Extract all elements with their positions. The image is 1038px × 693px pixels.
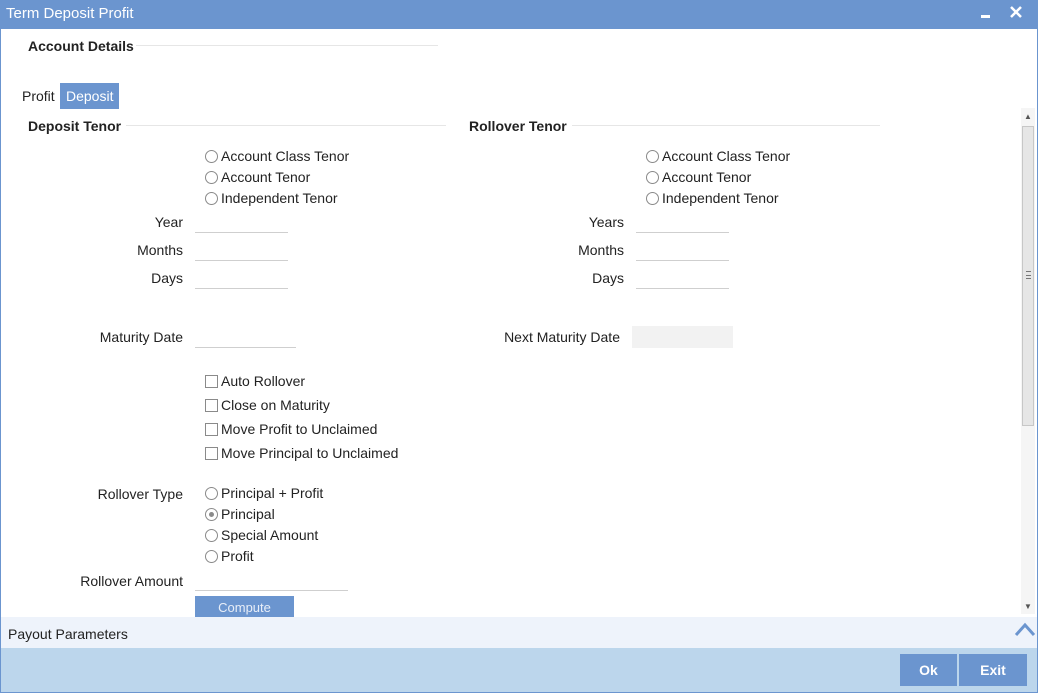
checkbox-label: Move Profit to Unclaimed xyxy=(221,421,378,437)
radio-label: Account Tenor xyxy=(662,169,752,185)
radio-label: Principal xyxy=(221,506,275,522)
next-maturity-date-input[interactable] xyxy=(632,326,733,348)
footer-bar: Ok Exit xyxy=(1,648,1037,692)
scroll-down-icon[interactable]: ▼ xyxy=(1021,600,1035,614)
rollover-type-principal-radio[interactable]: Principal xyxy=(205,506,275,522)
window-title: Term Deposit Profit xyxy=(6,5,134,22)
checkbox-label: Close on Maturity xyxy=(221,397,330,413)
months-label: Months xyxy=(137,242,183,258)
grip-icon xyxy=(1026,271,1031,279)
rollover-type-special-amount-radio[interactable]: Special Amount xyxy=(205,527,318,543)
checkbox-icon xyxy=(205,398,218,412)
radio-label: Special Amount xyxy=(221,527,319,543)
radio-label: Account Class Tenor xyxy=(221,148,350,164)
scroll-thumb[interactable] xyxy=(1022,126,1034,426)
rollover-type-label: Rollover Type xyxy=(97,486,183,502)
radio-icon xyxy=(205,191,218,205)
deposit-months-input[interactable] xyxy=(195,239,288,261)
close-on-maturity-checkbox[interactable]: Close on Maturity xyxy=(205,397,330,413)
title-bar: Term Deposit Profit xyxy=(0,0,1038,29)
account-details-heading: Account Details xyxy=(28,38,134,54)
radio-label: Independent Tenor xyxy=(221,190,338,206)
radio-label: Principal + Profit xyxy=(221,485,324,501)
radio-icon xyxy=(646,170,659,184)
radio-icon xyxy=(205,486,218,500)
rollover-account-class-tenor-radio[interactable]: Account Class Tenor xyxy=(646,148,790,164)
rollover-amount-label: Rollover Amount xyxy=(80,573,183,589)
radio-label: Profit xyxy=(221,548,254,564)
year-label: Year xyxy=(154,214,183,230)
radio-icon xyxy=(646,191,659,205)
rollover-tenor-heading: Rollover Tenor xyxy=(469,118,567,134)
exit-button[interactable]: Exit xyxy=(959,654,1027,686)
tab-profit[interactable]: Profit xyxy=(16,83,61,109)
months-label: Months xyxy=(578,242,624,258)
rollover-account-tenor-radio[interactable]: Account Tenor xyxy=(646,169,751,185)
radio-icon xyxy=(205,549,218,563)
section-divider xyxy=(126,125,446,126)
days-label: Days xyxy=(151,270,183,286)
compute-button[interactable]: Compute xyxy=(195,596,294,618)
scroll-up-icon[interactable]: ▲ xyxy=(1021,110,1035,124)
radio-label: Independent Tenor xyxy=(662,190,779,206)
deposit-days-input[interactable] xyxy=(195,267,288,289)
deposit-account-class-tenor-radio[interactable]: Account Class Tenor xyxy=(205,148,349,164)
deposit-year-input[interactable] xyxy=(195,211,288,233)
radio-label: Account Tenor xyxy=(221,169,311,185)
checkbox-label: Move Principal to Unclaimed xyxy=(221,445,399,461)
tab-deposit[interactable]: Deposit xyxy=(60,83,120,109)
radio-label: Account Class Tenor xyxy=(662,148,791,164)
ok-button[interactable]: Ok xyxy=(900,654,957,686)
rollover-type-profit-radio[interactable]: Profit xyxy=(205,548,254,564)
rollover-independent-tenor-radio[interactable]: Independent Tenor xyxy=(646,190,779,206)
checkbox-icon xyxy=(205,446,218,460)
section-divider xyxy=(572,125,880,126)
checkbox-icon xyxy=(205,422,218,436)
rollover-days-input[interactable] xyxy=(636,267,729,289)
radio-icon xyxy=(205,528,218,542)
years-label: Years xyxy=(588,214,624,230)
deposit-independent-tenor-radio[interactable]: Independent Tenor xyxy=(205,190,338,206)
payout-parameters-bar[interactable]: Payout Parameters xyxy=(1,617,1037,648)
deposit-tenor-heading: Deposit Tenor xyxy=(28,118,122,134)
maturity-date-label: Maturity Date xyxy=(99,329,183,345)
move-profit-to-unclaimed-checkbox[interactable]: Move Profit to Unclaimed xyxy=(205,421,377,437)
deposit-account-tenor-radio[interactable]: Account Tenor xyxy=(205,169,310,185)
payout-parameters-label: Payout Parameters xyxy=(8,626,128,642)
chevron-up-icon[interactable] xyxy=(1014,621,1036,641)
radio-icon xyxy=(646,149,659,163)
rollover-months-input[interactable] xyxy=(636,239,729,261)
move-principal-to-unclaimed-checkbox[interactable]: Move Principal to Unclaimed xyxy=(205,445,398,461)
close-icon[interactable] xyxy=(1004,1,1028,25)
radio-selected-icon xyxy=(205,507,218,521)
rollover-years-input[interactable] xyxy=(636,211,729,233)
vertical-scrollbar[interactable]: ▲ ▼ xyxy=(1021,108,1035,614)
days-label: Days xyxy=(592,270,624,286)
section-divider xyxy=(136,45,438,46)
radio-icon xyxy=(205,170,218,184)
checkbox-label: Auto Rollover xyxy=(221,373,306,389)
auto-rollover-checkbox[interactable]: Auto Rollover xyxy=(205,373,305,389)
rollover-amount-input[interactable] xyxy=(195,569,348,591)
maturity-date-input[interactable] xyxy=(195,326,296,348)
checkbox-icon xyxy=(205,374,218,388)
rollover-type-principal-profit-radio[interactable]: Principal + Profit xyxy=(205,485,323,501)
next-maturity-date-label: Next Maturity Date xyxy=(504,329,620,345)
minimize-icon[interactable] xyxy=(974,1,998,25)
radio-icon xyxy=(205,149,218,163)
